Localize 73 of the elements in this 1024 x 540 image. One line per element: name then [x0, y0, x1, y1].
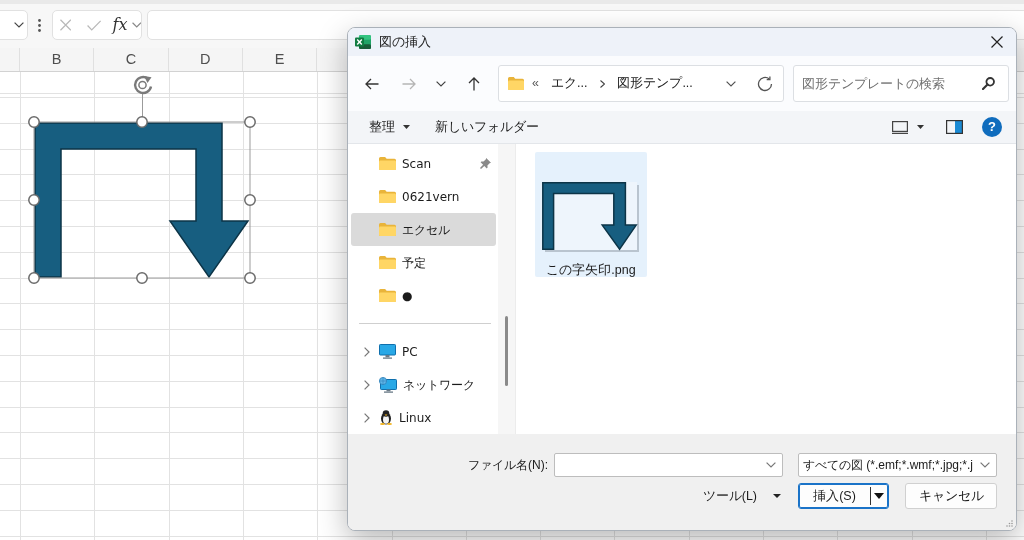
- search-field[interactable]: 図形テンプレートの検索: [793, 65, 1009, 102]
- chevron-right-icon[interactable]: [364, 346, 370, 357]
- overflow-mark[interactable]: «: [532, 74, 539, 93]
- vertical-dots-icon[interactable]: [38, 18, 41, 32]
- network-icon: [379, 376, 397, 393]
- file-name-label: ファイル名(N):: [468, 457, 548, 474]
- breadcrumb[interactable]: エク...: [550, 74, 588, 93]
- address-bar[interactable]: « エク... 図形テンプ...: [498, 65, 784, 102]
- column-header[interactable]: E: [242, 48, 318, 71]
- dialog-title: 図の挿入: [379, 33, 431, 51]
- nav-item[interactable]: Scan: [351, 147, 496, 180]
- chevron-right-icon: [600, 79, 606, 88]
- folder-icon: [379, 190, 396, 203]
- nav-item[interactable]: PC: [351, 335, 496, 368]
- chevron-right-icon[interactable]: [364, 379, 370, 390]
- rotate-handle[interactable]: [133, 75, 153, 118]
- column-header[interactable]: C: [94, 48, 169, 71]
- folder-icon: [379, 289, 396, 302]
- resize-handle[interactable]: [244, 116, 256, 128]
- pin-icon[interactable]: [480, 158, 491, 169]
- chevron-right-icon[interactable]: [364, 412, 370, 423]
- column-header[interactable]: D: [168, 48, 243, 71]
- caret-down-icon[interactable]: [917, 125, 924, 129]
- file-item[interactable]: この字矢印.png: [535, 152, 647, 277]
- nav-item[interactable]: エクセル: [351, 213, 496, 246]
- column-header[interactable]: B: [20, 48, 95, 71]
- folder-icon: [379, 256, 396, 269]
- file-name-field[interactable]: [554, 453, 783, 477]
- nav-item[interactable]: ネットワーク: [351, 368, 496, 401]
- resize-handle[interactable]: [136, 272, 148, 284]
- folder-icon: [508, 77, 524, 90]
- check-icon[interactable]: [87, 19, 102, 31]
- new-folder-button[interactable]: 新しいフォルダー: [428, 117, 546, 137]
- folder-icon: [379, 157, 396, 170]
- chevron-down-icon[interactable]: [980, 462, 990, 468]
- folder-icon: [379, 223, 396, 236]
- monitor-icon: [379, 344, 396, 359]
- caret-down-icon: [773, 494, 781, 498]
- help-button[interactable]: ?: [982, 117, 1002, 137]
- search-icon[interactable]: [982, 77, 995, 90]
- preview-pane-icon[interactable]: [946, 120, 963, 134]
- nav-item[interactable]: Linux: [351, 401, 496, 434]
- chevron-down-icon[interactable]: [766, 462, 776, 468]
- nav-item[interactable]: ●: [351, 279, 496, 312]
- resize-handle[interactable]: [244, 194, 256, 206]
- chevron-down-icon[interactable]: [14, 22, 24, 28]
- spreadsheet-app-icon: [355, 34, 371, 50]
- nav-item[interactable]: 0621vern: [351, 180, 496, 213]
- resize-handle[interactable]: [28, 272, 40, 284]
- cancel-button[interactable]: キャンセル: [905, 483, 997, 509]
- resize-handle[interactable]: [28, 194, 40, 206]
- resize-handle[interactable]: [28, 116, 40, 128]
- caret-down-icon: [874, 493, 884, 499]
- insert-function-button[interactable]: fx: [112, 16, 128, 34]
- back-arrow-icon[interactable]: [365, 77, 379, 90]
- resize-handle[interactable]: [244, 272, 256, 284]
- resize-grip-icon[interactable]: [1006, 520, 1013, 527]
- organize-button[interactable]: 整理: [362, 117, 417, 137]
- chevron-down-icon[interactable]: [726, 80, 736, 87]
- tools-button[interactable]: ツール(L): [702, 486, 781, 506]
- resize-handle[interactable]: [136, 116, 148, 128]
- chevron-down-icon[interactable]: [436, 80, 446, 87]
- nav-item[interactable]: 予定: [351, 246, 496, 279]
- screen-icon[interactable]: [892, 120, 908, 134]
- caret-down-icon: [403, 125, 410, 129]
- file-type-dropdown[interactable]: すべての図 (*.emf;*.wmf;*.jpg;*.j: [798, 453, 997, 477]
- up-arrow-icon[interactable]: [468, 76, 480, 91]
- scrollbar-thumb[interactable]: [505, 316, 508, 386]
- close-icon[interactable]: [991, 36, 1003, 48]
- refresh-icon[interactable]: [757, 75, 773, 92]
- insert-button[interactable]: 挿入(S): [798, 483, 889, 509]
- penguin-icon: [379, 410, 393, 425]
- breadcrumb[interactable]: 図形テンプ...: [617, 74, 693, 93]
